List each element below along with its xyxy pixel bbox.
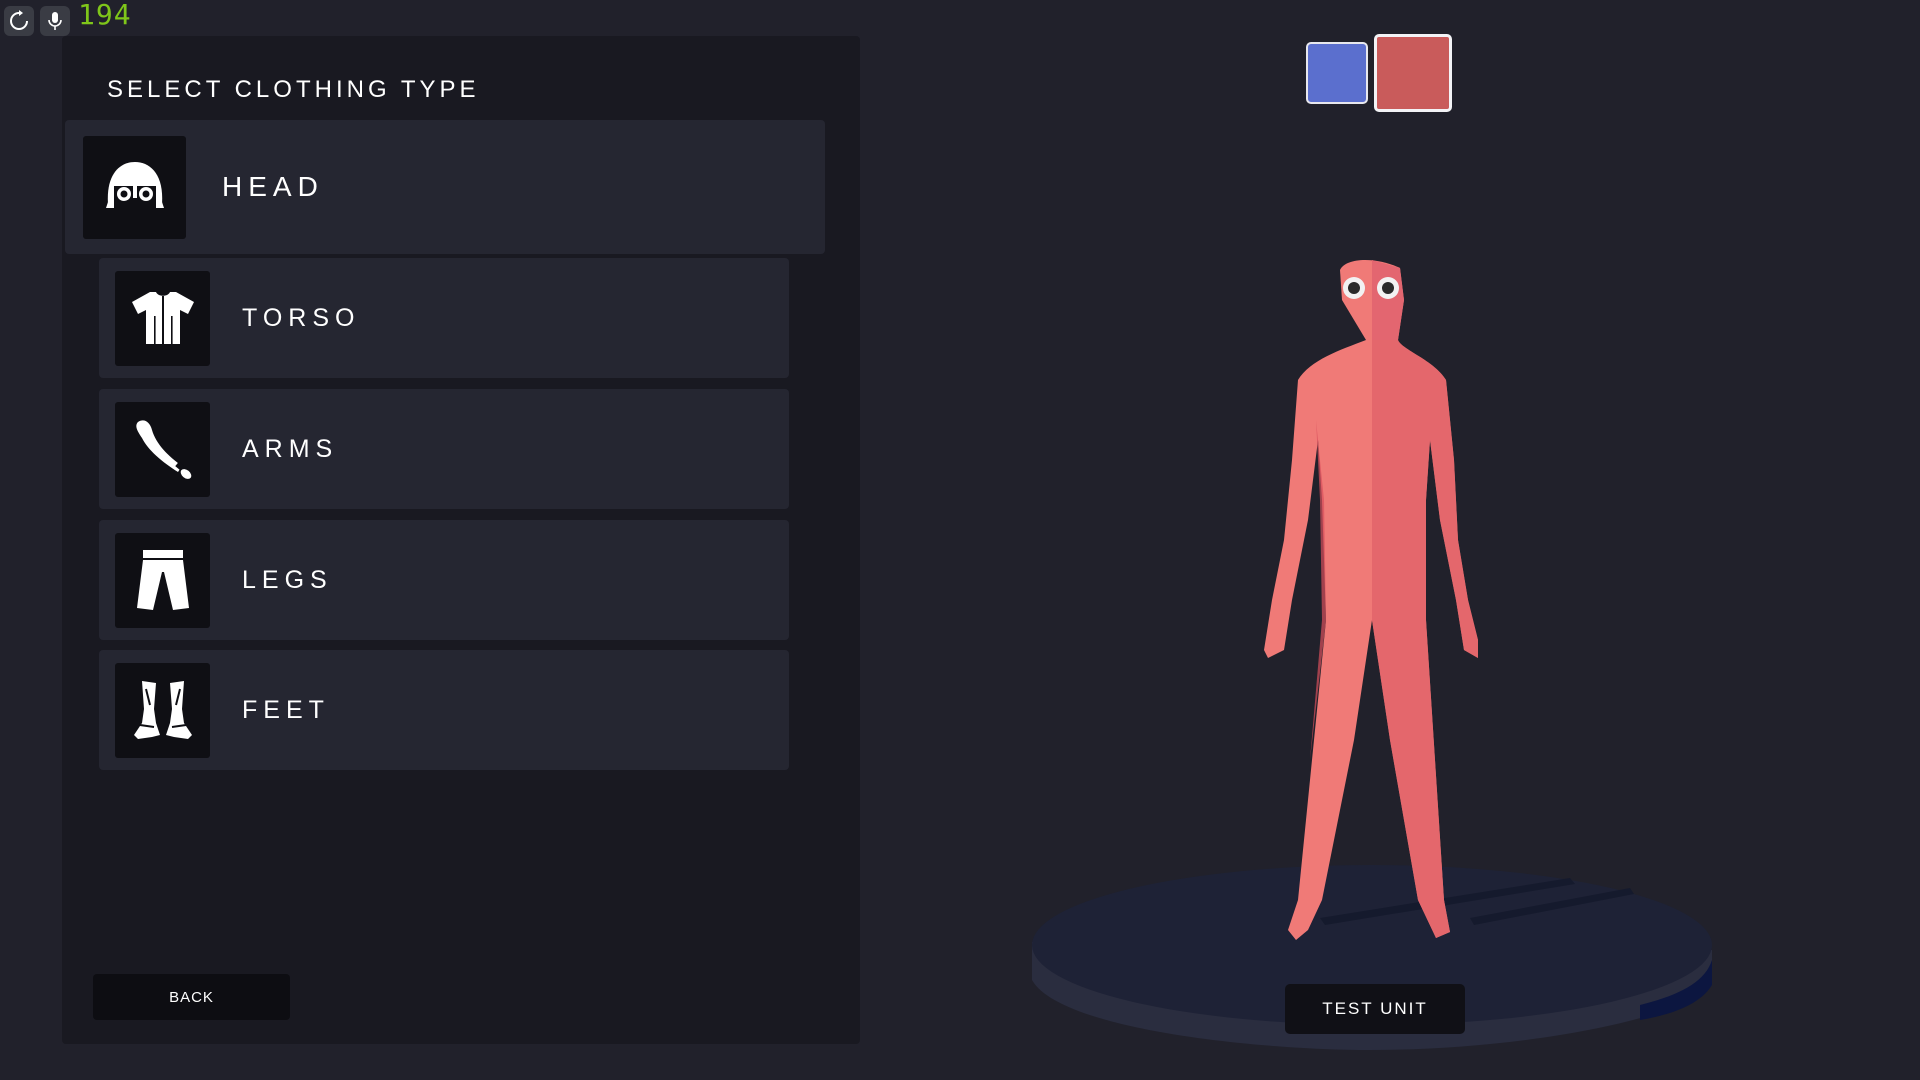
unit-preview [1032, 259, 1712, 1050]
team-color-red-swatch[interactable] [1374, 34, 1452, 112]
team-color-blue-swatch[interactable] [1306, 42, 1368, 104]
test-unit-button[interactable]: TEST UNIT [1285, 984, 1465, 1034]
unit-character [1264, 259, 1478, 940]
